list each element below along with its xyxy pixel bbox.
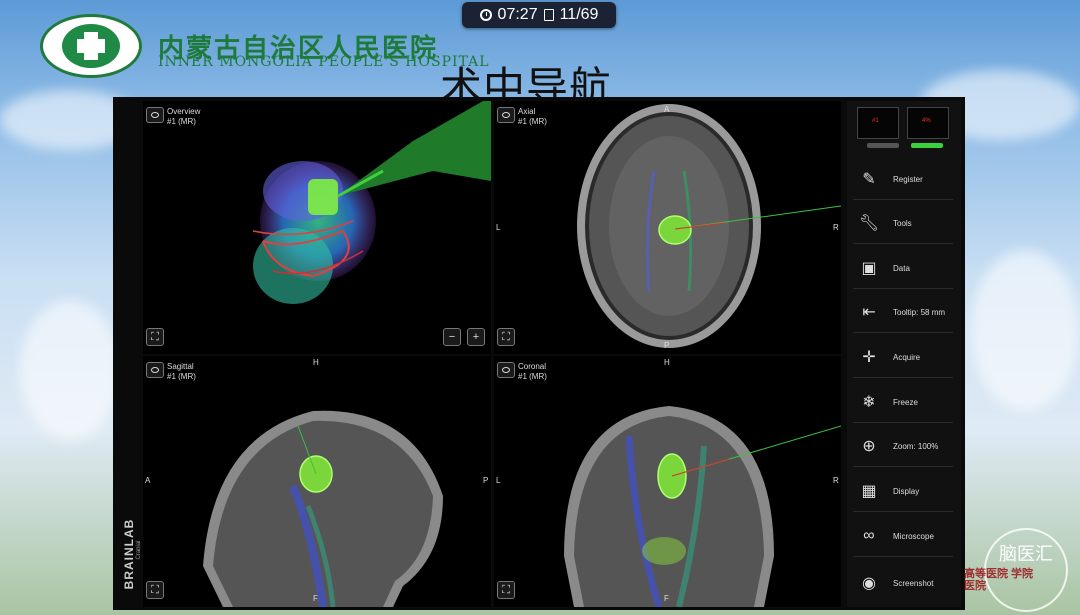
orientation-left: A [145, 476, 151, 485]
overview-3d-render [252, 101, 491, 304]
snowflake-icon: ❄ [862, 394, 876, 411]
control-panel: #1 4% ✎ Register 🔧︎ Tools ▣ Data ⇤ Toolt… [847, 101, 961, 607]
menu-screenshot[interactable]: ◉ Screenshot [853, 563, 953, 603]
view-label: Overview #1 (MR) [167, 107, 200, 127]
orientation-left: L [496, 476, 501, 485]
wrench-icon: 🔧︎ [858, 215, 880, 232]
fit-view-icon[interactable]: ⛶ [146, 328, 164, 346]
menu-display[interactable]: ▦ Display [853, 471, 953, 512]
view-label: Axial #1 (MR) [518, 107, 547, 127]
menu-register[interactable]: ✎ Register [853, 159, 953, 200]
menu-zoom[interactable]: ⊕ Zoom: 100% [853, 426, 953, 467]
fit-view-icon[interactable]: ⛶ [146, 581, 164, 599]
orientation-bottom: P [664, 341, 670, 350]
coronal-mr-image [564, 406, 841, 607]
orientation-right: P [483, 476, 489, 485]
clock-icon [479, 9, 492, 21]
view-name: Coronal [518, 362, 547, 371]
axial-mr-image [577, 104, 841, 348]
watermark-sub: 高等医院 学院医院 [964, 568, 1034, 592]
sagittal-mr-image [203, 410, 443, 607]
orientation-top: H [664, 358, 670, 367]
layout-icon: ▦ [861, 483, 877, 500]
sagittal-viewport[interactable]: Sagittal #1 (MR) H A P F ⛶ [143, 356, 491, 607]
zoom-icon: ⊕ [862, 438, 876, 455]
zoom-out-button[interactable]: − [443, 328, 461, 346]
view-name: Overview [167, 107, 201, 116]
pointer-tip-icon: ⇤ [862, 304, 876, 321]
status-bar [911, 143, 943, 148]
cloud-decoration [20, 300, 120, 440]
brand-name: BRAINLAB [122, 518, 136, 590]
camera-icon: ◉ [862, 575, 876, 592]
register-icon: ✎ [862, 171, 876, 188]
view-series: #1 (MR) [167, 372, 196, 381]
view-name: Sagittal [167, 362, 194, 371]
eye-icon[interactable] [146, 362, 164, 378]
slides-icon [543, 9, 554, 21]
menu-freeze[interactable]: ❄ Freeze [853, 382, 953, 423]
view-label: Sagittal #1 (MR) [167, 362, 196, 382]
eye-icon[interactable] [497, 107, 515, 123]
coronal-viewport[interactable]: Coronal #1 (MR) H L R F ⛶ [494, 356, 841, 607]
orientation-bottom: F [313, 594, 318, 603]
brand-sub: Cranial [136, 540, 142, 560]
orientation-top: H [313, 358, 319, 367]
navigation-app-window: Overview #1 (MR) ⛶ − + Axial #1 (MR) A L… [113, 97, 965, 610]
brainlab-logo: BRAINLAB Cranial [115, 507, 142, 607]
axial-viewport[interactable]: Axial #1 (MR) A L R P ⛶ [494, 101, 841, 354]
tracking-monitor: 4% [907, 107, 949, 139]
menu-data[interactable]: ▣ Data [853, 248, 953, 289]
slide-counter: 11/69 [559, 6, 599, 23]
eye-icon[interactable] [497, 362, 515, 378]
orientation-bottom: F [664, 594, 669, 603]
acquire-icon: ✛ [862, 349, 876, 366]
hospital-logo [40, 14, 144, 80]
folder-user-icon: ▣ [861, 260, 877, 277]
orientation-top: A [664, 105, 670, 114]
tracking-monitor: #1 [857, 107, 899, 139]
view-series: #1 (MR) [167, 117, 196, 126]
cloud-decoration [970, 250, 1080, 410]
orientation-right: R [833, 476, 839, 485]
overview-viewport[interactable]: Overview #1 (MR) ⛶ − + [143, 101, 491, 354]
view-series: #1 (MR) [518, 117, 547, 126]
view-series: #1 (MR) [518, 372, 547, 381]
menu-acquire[interactable]: ✛ Acquire [853, 337, 953, 378]
fit-view-icon[interactable]: ⛶ [497, 328, 515, 346]
status-bar [867, 143, 899, 148]
view-name: Axial [518, 107, 536, 116]
presentation-time: 07:27 [497, 6, 538, 23]
menu-microscope[interactable]: ∞ Microscope [853, 516, 953, 557]
orientation-right: R [833, 223, 839, 232]
zoom-in-button[interactable]: + [467, 328, 485, 346]
menu-tooltip[interactable]: ⇤ Tooltip: 58 mm [853, 292, 953, 333]
view-label: Coronal #1 (MR) [518, 362, 547, 382]
microscope-icon: ∞ [863, 527, 875, 544]
presentation-status-bar: 07:27 11/69 [462, 2, 616, 28]
orientation-left: L [496, 223, 501, 232]
fit-view-icon[interactable]: ⛶ [497, 581, 515, 599]
eye-icon[interactable] [146, 107, 164, 123]
menu-tools[interactable]: 🔧︎ Tools [853, 203, 953, 244]
